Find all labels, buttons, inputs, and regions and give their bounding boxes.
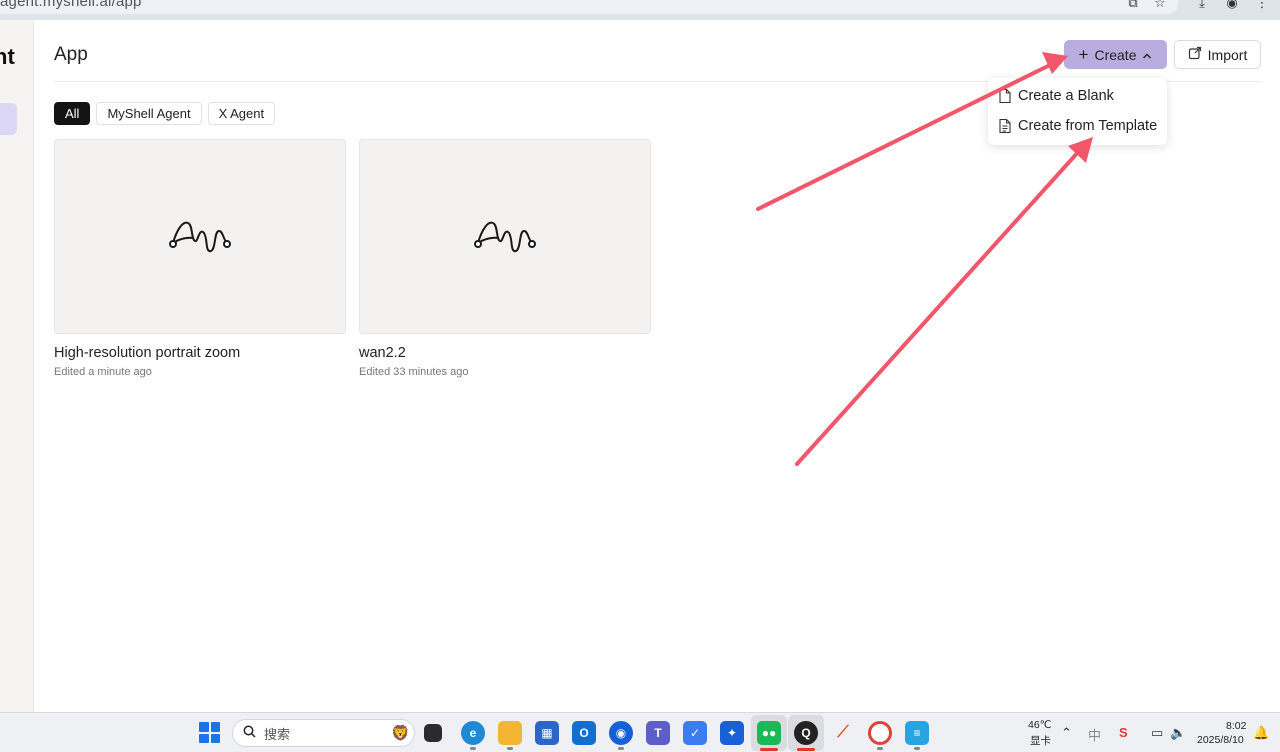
running-indicator [797, 748, 815, 751]
plus-icon: + [1078, 44, 1089, 64]
running-indicator [914, 747, 920, 750]
search-icon [243, 725, 256, 741]
gpu-temperature-label: 显卡 [1030, 735, 1051, 747]
taskbar: 搜索 🦁 e ▦ O ◉ T ✓ ✦ ●● Q ⟋ ≡ 46℃ 显卡 ⌃ 中 S… [0, 712, 1280, 752]
antivirus-icon[interactable]: S [1119, 725, 1128, 740]
gpu-temperature[interactable]: 46℃ [1028, 719, 1051, 731]
filter-myshell-agent[interactable]: MyShell Agent [96, 102, 202, 125]
windows-start-icon[interactable] [199, 722, 220, 743]
search-placeholder: 搜索 [264, 726, 291, 742]
clock-time[interactable]: 8:02 [1226, 720, 1246, 732]
edge-browser-icon[interactable]: e [461, 721, 485, 745]
sidebar: nt [0, 20, 34, 712]
filter-tabs: All MyShell Agent X Agent [54, 102, 276, 125]
filter-x-agent[interactable]: X Agent [207, 102, 276, 125]
app-thumbnail[interactable] [54, 139, 346, 334]
app-card-title[interactable]: High-resolution portrait zoom [54, 345, 346, 361]
sidebar-item-active[interactable] [0, 103, 17, 135]
blank-file-icon [999, 88, 1011, 104]
task-view-icon[interactable] [424, 724, 442, 742]
qq-icon[interactable]: Q [794, 721, 818, 745]
teams-icon[interactable]: T [646, 721, 670, 745]
volume-icon[interactable]: 🔈 [1170, 725, 1186, 741]
search-highlight-icon: 🦁 [391, 725, 410, 742]
running-indicator [618, 747, 624, 750]
notepad-icon[interactable]: ≡ [905, 721, 929, 745]
app-logo-icon [169, 221, 231, 252]
app-card[interactable]: wan2.2 Edited 33 minutes ago [359, 139, 651, 378]
wechat-icon[interactable]: ●● [757, 721, 781, 745]
template-file-icon [999, 118, 1011, 134]
running-indicator [877, 747, 883, 750]
create-button[interactable]: + Create [1064, 40, 1167, 69]
app-card-edited: Edited a minute ago [54, 366, 152, 378]
feishu-icon[interactable]: ✓ [683, 721, 707, 745]
more-icon[interactable]: ⋮ [1254, 0, 1270, 10]
profile-icon[interactable]: ◉ [1224, 0, 1240, 10]
butterfly-app-icon[interactable]: ✦ [720, 721, 744, 745]
network-icon[interactable]: ▭ [1151, 725, 1163, 741]
notification-icon[interactable]: 🔔 [1253, 725, 1269, 741]
import-icon [1188, 46, 1202, 63]
create-dropdown-menu: Create a Blank Create from Template [988, 78, 1167, 145]
menu-item-label: Create from Template [1018, 118, 1158, 134]
ime-indicator[interactable]: 中 [1088, 725, 1101, 744]
running-indicator [760, 748, 778, 751]
app-thumbnail[interactable] [359, 139, 651, 334]
file-explorer-icon[interactable] [498, 721, 522, 745]
app-card[interactable]: High-resolution portrait zoom Edited a m… [54, 139, 346, 378]
microsoft-store-icon[interactable]: ▦ [535, 721, 559, 745]
running-indicator [507, 747, 513, 750]
import-button-label: Import [1207, 46, 1248, 63]
menu-item-create-blank[interactable]: Create a Blank [998, 84, 1114, 108]
app-logo-icon [474, 221, 536, 252]
browser-toolbar: agent.myshell.ai/app ⧉ ☆ ⤓ ◉ ⋮ [0, 0, 1280, 20]
import-button[interactable]: Import [1174, 40, 1261, 69]
download-icon[interactable]: ⤓ [1194, 0, 1210, 10]
sidebar-logo[interactable]: nt [0, 44, 15, 70]
filter-all[interactable]: All [54, 102, 91, 125]
menu-item-label: Create a Blank [1018, 88, 1114, 104]
chrome-icon[interactable] [868, 721, 892, 745]
star-icon[interactable]: ☆ [1152, 0, 1168, 10]
app-card-title[interactable]: wan2.2 [359, 345, 651, 361]
menu-item-create-from-template[interactable]: Create from Template [998, 114, 1157, 138]
clock-date[interactable]: 2025/8/10 [1197, 734, 1244, 746]
page-title: App [54, 44, 88, 65]
running-indicator [470, 747, 476, 750]
chevron-up-icon [1142, 47, 1152, 63]
address-bar[interactable] [0, 0, 1178, 14]
outlook-icon[interactable]: O [572, 721, 596, 745]
create-button-label: Create [1094, 46, 1137, 63]
app-card-edited: Edited 33 minutes ago [359, 366, 469, 378]
taskbar-search[interactable]: 搜索 🦁 [232, 719, 415, 747]
app-blue-circle-icon[interactable]: ◉ [609, 721, 633, 745]
snipping-tool-icon[interactable]: ⟋ [831, 721, 855, 745]
chevron-up-icon[interactable]: ⌃ [1061, 725, 1072, 741]
translate-icon[interactable]: ⧉ [1125, 0, 1141, 10]
url-text[interactable]: agent.myshell.ai/app [0, 0, 142, 10]
